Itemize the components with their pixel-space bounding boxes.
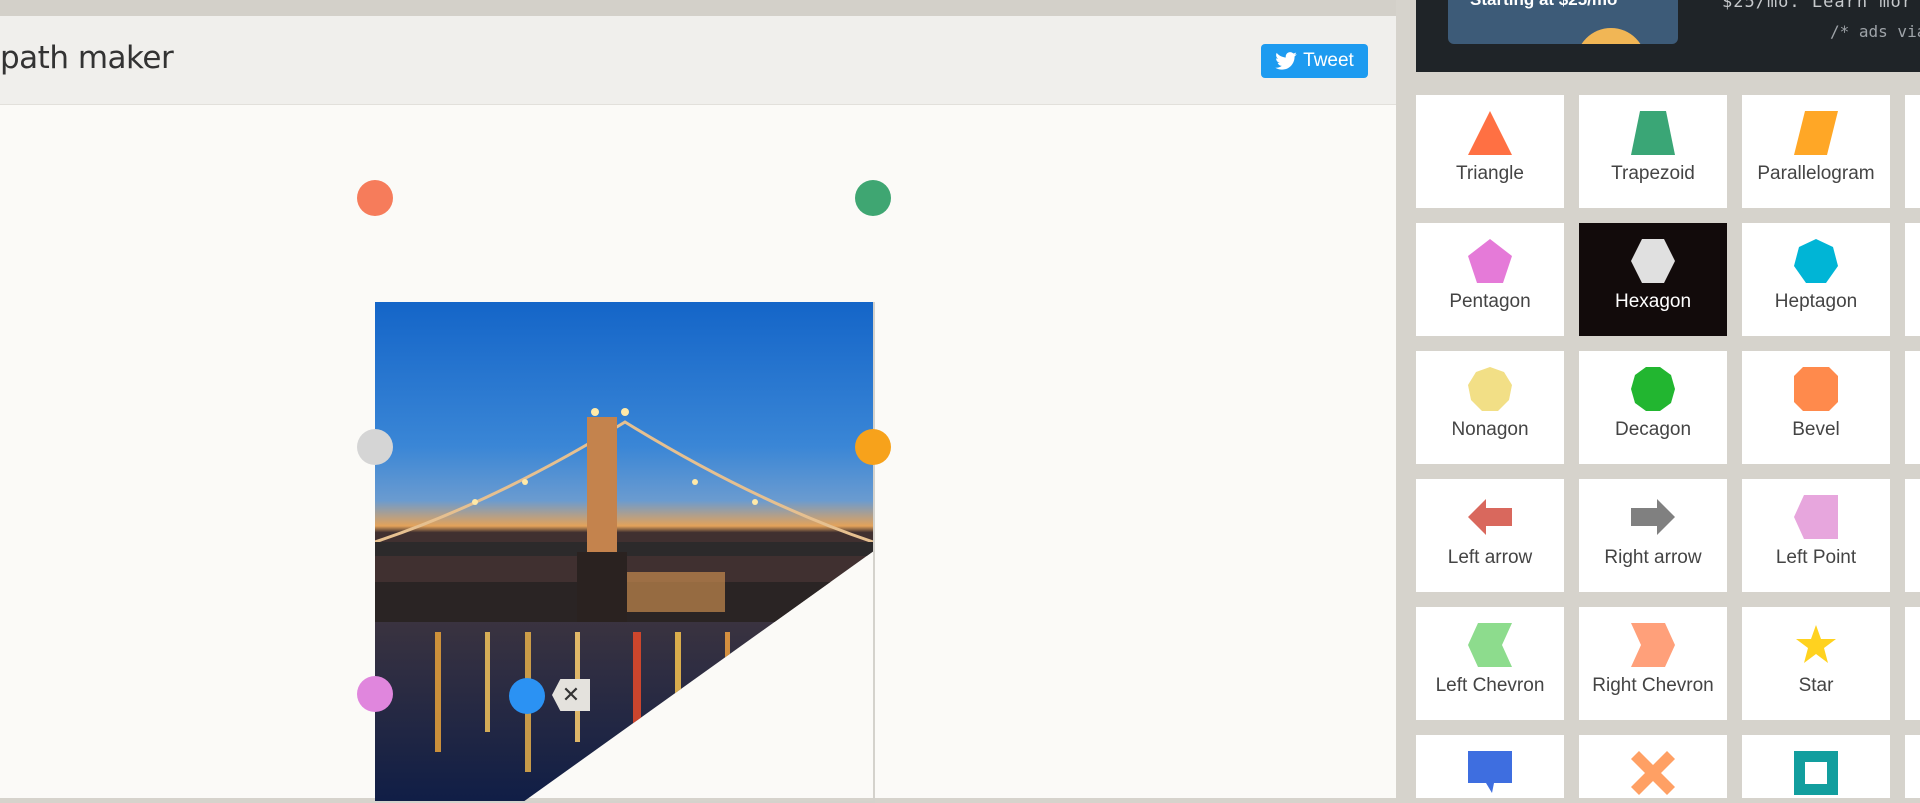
shape-label: Right arrow bbox=[1604, 547, 1702, 568]
shape-label: Pentagon bbox=[1449, 291, 1531, 312]
clip-stage bbox=[375, 302, 875, 803]
star-icon bbox=[1796, 625, 1836, 663]
shape-label: Parallelogram bbox=[1757, 163, 1875, 184]
close-icon bbox=[1631, 751, 1675, 795]
editor-canvas bbox=[0, 105, 1396, 803]
header: path maker Tweet bbox=[0, 16, 1396, 105]
shape-tile-trapezoid[interactable]: Trapezoid bbox=[1579, 95, 1727, 208]
heptagon-icon bbox=[1794, 239, 1838, 283]
ad-via-text: /* ads via bbox=[1830, 22, 1920, 41]
shape-label: Left Chevron bbox=[1435, 675, 1545, 696]
right-arrow-icon bbox=[1631, 499, 1675, 535]
ad-banner[interactable]: Starting at $25/mo $25/mo. Learn mor /* … bbox=[1416, 0, 1920, 72]
tweet-button[interactable]: Tweet bbox=[1261, 44, 1368, 78]
shape-tile-left-point[interactable]: Left Point bbox=[1742, 479, 1890, 592]
shape-tile-partial[interactable] bbox=[1905, 607, 1920, 720]
parallelogram-icon bbox=[1794, 111, 1838, 155]
pentagon-icon bbox=[1468, 239, 1512, 283]
shape-label: Left arrow bbox=[1447, 547, 1533, 568]
shape-label: Heptagon bbox=[1774, 291, 1858, 312]
left-chevron-icon bbox=[1468, 623, 1512, 667]
shape-label: Trapezoid bbox=[1611, 163, 1695, 184]
left-arrow-icon bbox=[1468, 499, 1512, 535]
right-chevron-icon bbox=[1631, 623, 1675, 667]
shape-tile-bevel[interactable]: Bevel bbox=[1742, 351, 1890, 464]
top-strip bbox=[0, 0, 1396, 16]
left-point-icon bbox=[1794, 495, 1838, 539]
shape-tile-left-arrow[interactable]: Left arrow bbox=[1416, 479, 1564, 592]
frame-icon bbox=[1794, 751, 1838, 795]
ad-text[interactable]: $25/mo. Learn mor bbox=[1722, 0, 1913, 12]
shape-tile-right-chevron[interactable]: Right Chevron bbox=[1579, 607, 1727, 720]
shape-tile-hexagon[interactable]: Hexagon bbox=[1579, 223, 1727, 336]
shape-tile-partial[interactable] bbox=[1905, 223, 1920, 336]
clip-point-handle[interactable] bbox=[357, 676, 393, 712]
shape-tile-frame[interactable] bbox=[1742, 735, 1890, 798]
tweet-label: Tweet bbox=[1303, 50, 1354, 71]
shape-label: Hexagon bbox=[1614, 291, 1692, 312]
shape-tile-right-arrow[interactable]: Right arrow bbox=[1579, 479, 1727, 592]
shape-label: Bevel bbox=[1792, 419, 1840, 440]
shape-tile-message[interactable] bbox=[1416, 735, 1564, 798]
shape-label: Left Point bbox=[1775, 547, 1857, 568]
clip-point-handle[interactable] bbox=[357, 180, 393, 216]
twitter-bird-icon bbox=[1275, 52, 1297, 70]
clip-point-handle[interactable] bbox=[855, 429, 891, 465]
shape-tile-star[interactable]: Star bbox=[1742, 607, 1890, 720]
sidebar: Starting at $25/mo $25/mo. Learn mor /* … bbox=[1396, 0, 1920, 798]
message-icon bbox=[1468, 751, 1512, 793]
clip-point-handle[interactable] bbox=[357, 429, 393, 465]
shape-tile-pentagon[interactable]: Pentagon bbox=[1416, 223, 1564, 336]
nonagon-icon bbox=[1468, 367, 1512, 411]
shape-label: Decagon bbox=[1614, 419, 1692, 440]
shape-tile-heptagon[interactable]: Heptagon bbox=[1742, 223, 1890, 336]
shape-tile-decagon[interactable]: Decagon bbox=[1579, 351, 1727, 464]
shape-tile-left-chevron[interactable]: Left Chevron bbox=[1416, 607, 1564, 720]
ad-card[interactable]: Starting at $25/mo bbox=[1448, 0, 1678, 44]
page-title: path maker bbox=[0, 40, 174, 76]
shape-label: Right Chevron bbox=[1592, 675, 1714, 696]
triangle-icon bbox=[1468, 111, 1512, 155]
shape-tile-partial[interactable] bbox=[1905, 479, 1920, 592]
shape-tile-partial[interactable] bbox=[1905, 95, 1920, 208]
shape-tile-close[interactable] bbox=[1579, 735, 1727, 798]
ad-sun-graphic bbox=[1576, 28, 1646, 44]
ad-card-text: Starting at $25/mo bbox=[1470, 0, 1617, 10]
trapezoid-icon bbox=[1631, 111, 1675, 155]
shape-label: Triangle bbox=[1456, 163, 1524, 184]
shape-tile-parallelogram[interactable]: Parallelogram bbox=[1742, 95, 1890, 208]
hexagon-icon bbox=[1631, 239, 1675, 283]
shape-label: Star bbox=[1798, 675, 1834, 696]
shape-label: Nonagon bbox=[1451, 419, 1529, 440]
decagon-icon bbox=[1631, 367, 1675, 411]
clip-point-handle[interactable] bbox=[509, 678, 545, 714]
clip-point-handle[interactable] bbox=[855, 180, 891, 216]
shape-tile-partial[interactable] bbox=[1905, 735, 1920, 798]
shape-tile-partial[interactable] bbox=[1905, 351, 1920, 464]
shape-tile-nonagon[interactable]: Nonagon bbox=[1416, 351, 1564, 464]
shape-tile-triangle[interactable]: Triangle bbox=[1416, 95, 1564, 208]
bevel-icon bbox=[1794, 367, 1838, 411]
